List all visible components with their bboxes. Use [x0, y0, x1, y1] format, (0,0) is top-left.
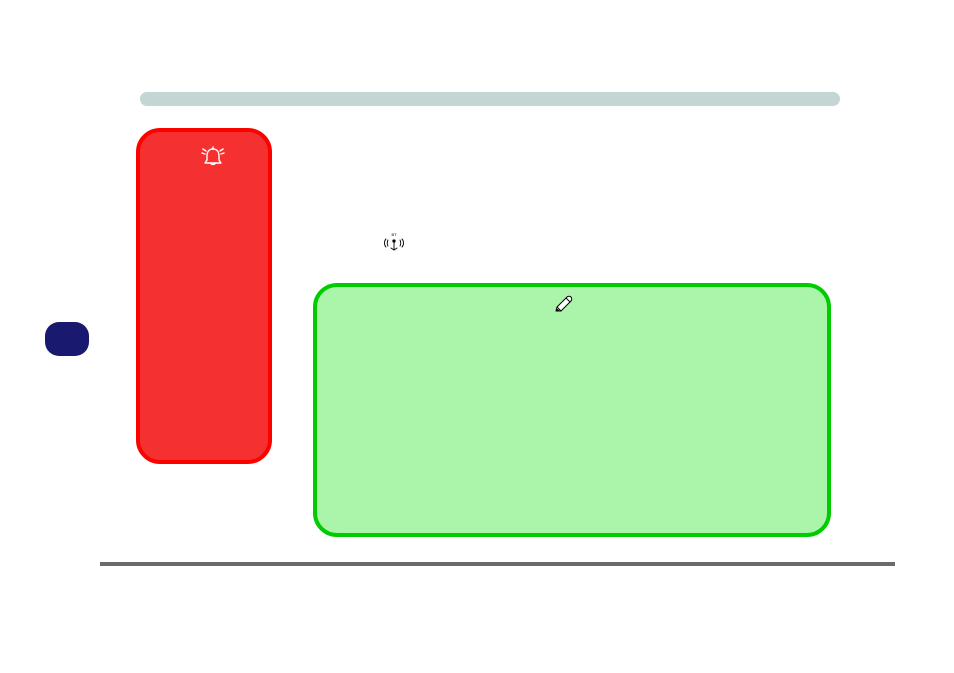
bell-alarm-icon [199, 145, 227, 169]
bottom-line [100, 562, 895, 566]
blue-pill [45, 322, 89, 356]
pen-icon [553, 294, 573, 314]
red-box [136, 128, 272, 464]
bluetooth-antenna-icon: BT [383, 233, 405, 251]
top-bar [140, 92, 840, 106]
svg-text:BT: BT [391, 233, 397, 237]
green-box [313, 283, 831, 537]
